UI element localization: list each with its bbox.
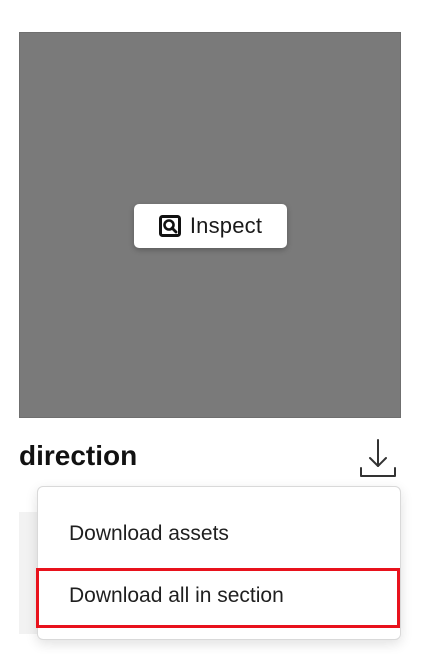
menu-item-download-all-in-section[interactable]: Download all in section	[38, 569, 400, 623]
asset-card: Inspect direction Download assets Downlo…	[0, 0, 424, 654]
asset-preview: Inspect	[19, 32, 401, 418]
inspect-button[interactable]: Inspect	[134, 204, 287, 248]
inspect-button-label: Inspect	[189, 213, 263, 238]
menu-item-label: Download assets	[69, 522, 229, 545]
menu-item-download-assets[interactable]: Download assets	[38, 507, 400, 561]
inspect-icon	[158, 215, 181, 237]
download-icon[interactable]	[358, 436, 398, 480]
download-menu: Download assets Download all in section	[37, 486, 401, 640]
menu-item-label: Download all in section	[69, 584, 284, 607]
asset-name: direction	[19, 440, 138, 471]
background-panel	[19, 512, 39, 634]
